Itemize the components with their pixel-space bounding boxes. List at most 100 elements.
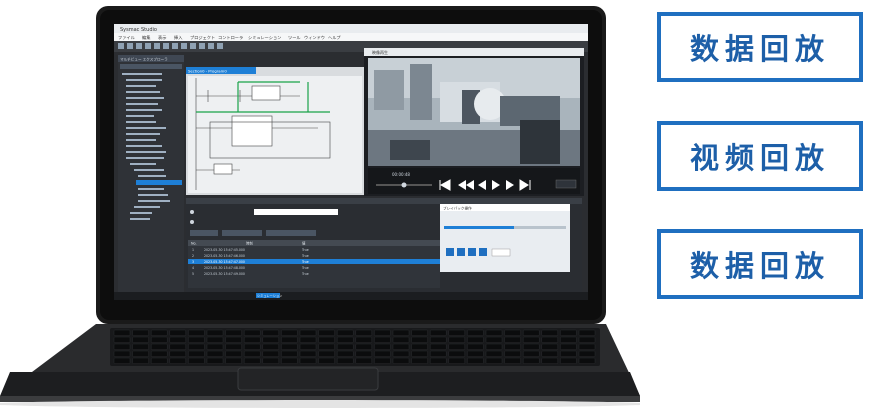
keyboard-key bbox=[150, 357, 168, 364]
keyboard-key bbox=[318, 336, 335, 343]
video-time: 00:00:48 bbox=[392, 172, 410, 177]
status-text: シミュレーション bbox=[257, 294, 282, 298]
keyboard-key bbox=[560, 336, 577, 343]
tree-item[interactable] bbox=[122, 73, 162, 75]
keyboard-key bbox=[429, 350, 447, 357]
table-header-time: 時刻 bbox=[246, 241, 253, 246]
tree-item[interactable] bbox=[126, 91, 160, 93]
keyboard-key bbox=[374, 343, 391, 350]
keyboard-key bbox=[541, 336, 559, 343]
tree-item[interactable] bbox=[126, 103, 158, 105]
tree-item[interactable] bbox=[126, 85, 156, 87]
tree-item[interactable] bbox=[130, 218, 150, 220]
tree-item[interactable] bbox=[126, 121, 156, 123]
tree-item[interactable] bbox=[130, 163, 156, 165]
filter-button[interactable] bbox=[266, 230, 316, 236]
tree-item[interactable] bbox=[126, 97, 164, 99]
keyboard-key bbox=[262, 329, 280, 336]
keyboard-key bbox=[336, 343, 354, 350]
toolbar-icon[interactable] bbox=[199, 43, 205, 49]
keyboard-key bbox=[169, 350, 187, 357]
toolbar-icon[interactable] bbox=[145, 43, 151, 49]
toolbar-icon[interactable] bbox=[217, 43, 223, 49]
explorer-title: マルチビュー エクスプローラ bbox=[120, 57, 168, 62]
keyboard-key bbox=[560, 350, 577, 357]
tree-item[interactable] bbox=[138, 194, 168, 196]
keyboard-key bbox=[225, 343, 242, 350]
keyboard-key bbox=[411, 343, 428, 350]
tree-item[interactable] bbox=[126, 115, 154, 117]
radio-option[interactable] bbox=[190, 210, 194, 214]
keyboard-key bbox=[560, 329, 577, 336]
ladder-block[interactable] bbox=[213, 163, 233, 175]
window-titlebar bbox=[114, 24, 588, 33]
tree-item[interactable] bbox=[138, 188, 164, 190]
tree-item[interactable] bbox=[126, 127, 166, 129]
keyboard-key bbox=[355, 357, 373, 364]
svg-text:2023-05-30 15:47:49.000: 2023-05-30 15:47:49.000 bbox=[204, 272, 245, 276]
ladder-function-block[interactable] bbox=[231, 115, 273, 147]
keyboard-key bbox=[206, 336, 224, 343]
tree-item[interactable] bbox=[126, 109, 162, 111]
svg-text:2023-05-30 15:47:46.000: 2023-05-30 15:47:46.000 bbox=[204, 254, 245, 258]
menu-item-insert[interactable]: 挿入 bbox=[174, 34, 183, 41]
toolbar-icon[interactable] bbox=[118, 43, 124, 49]
ladder-block[interactable] bbox=[251, 85, 281, 101]
svg-text:True: True bbox=[301, 266, 309, 270]
video-titlebar bbox=[364, 48, 584, 56]
filter-button[interactable] bbox=[222, 230, 262, 236]
toolbar-icon[interactable] bbox=[127, 43, 133, 49]
dialog-step-button[interactable] bbox=[468, 248, 476, 256]
keyboard-key bbox=[522, 343, 540, 350]
tree-item[interactable] bbox=[126, 139, 156, 141]
tree-item[interactable] bbox=[130, 212, 152, 214]
explorer-dropdown[interactable] bbox=[120, 64, 182, 69]
dialog-skip-forward-button[interactable] bbox=[479, 248, 487, 256]
feature-label: 数据回放 bbox=[689, 249, 830, 283]
menu-item-window[interactable]: ウィンドウ bbox=[304, 34, 325, 40]
tree-item[interactable] bbox=[126, 157, 164, 159]
toolbar-icon[interactable] bbox=[163, 43, 169, 49]
dialog-play-button[interactable] bbox=[457, 248, 465, 256]
table-cell: 3 bbox=[192, 260, 194, 264]
menu-item-view[interactable]: 表示 bbox=[158, 34, 166, 41]
tree-item[interactable] bbox=[138, 175, 166, 177]
tree-item[interactable] bbox=[126, 145, 162, 147]
keyboard-key bbox=[467, 350, 484, 357]
tree-item[interactable] bbox=[126, 151, 166, 153]
toolbar-icon[interactable] bbox=[172, 43, 178, 49]
tree-item[interactable] bbox=[126, 79, 162, 81]
svg-text:2: 2 bbox=[192, 254, 194, 258]
keyboard-key bbox=[318, 357, 335, 364]
dialog-skip-back-button[interactable] bbox=[446, 248, 454, 256]
tree-item[interactable] bbox=[138, 200, 170, 202]
toolbar-icon[interactable] bbox=[208, 43, 214, 49]
toolbar-icon[interactable] bbox=[190, 43, 196, 49]
toolbar-icon[interactable] bbox=[154, 43, 160, 49]
variable-input[interactable] bbox=[254, 209, 338, 215]
playback-progress-fill bbox=[444, 226, 514, 229]
menu-item-edit[interactable]: 編集 bbox=[142, 34, 151, 41]
keyboard-key bbox=[206, 329, 224, 336]
svg-text:4: 4 bbox=[192, 266, 194, 270]
keyboard-key bbox=[225, 357, 242, 364]
menu-bar bbox=[114, 33, 588, 41]
touchpad[interactable] bbox=[237, 367, 379, 391]
filter-button[interactable] bbox=[190, 230, 218, 236]
tree-item[interactable] bbox=[134, 169, 164, 171]
zoom-select[interactable] bbox=[555, 179, 577, 189]
speed-select[interactable] bbox=[491, 248, 511, 257]
svg-text:True: True bbox=[301, 248, 309, 252]
radio-option[interactable] bbox=[190, 220, 194, 224]
keyboard-key bbox=[336, 350, 354, 357]
tree-item-selected[interactable] bbox=[136, 180, 182, 185]
toolbar-icon[interactable] bbox=[136, 43, 142, 49]
keyboard-key bbox=[188, 329, 205, 336]
tree-item[interactable] bbox=[134, 206, 160, 208]
menu-item-tools[interactable]: ツール bbox=[288, 35, 301, 40]
toolbar-icon[interactable] bbox=[181, 43, 187, 49]
video-seek-thumb[interactable] bbox=[401, 182, 407, 188]
keyboard-key bbox=[206, 357, 224, 364]
tree-item[interactable] bbox=[126, 133, 160, 135]
svg-text:5: 5 bbox=[192, 272, 194, 276]
